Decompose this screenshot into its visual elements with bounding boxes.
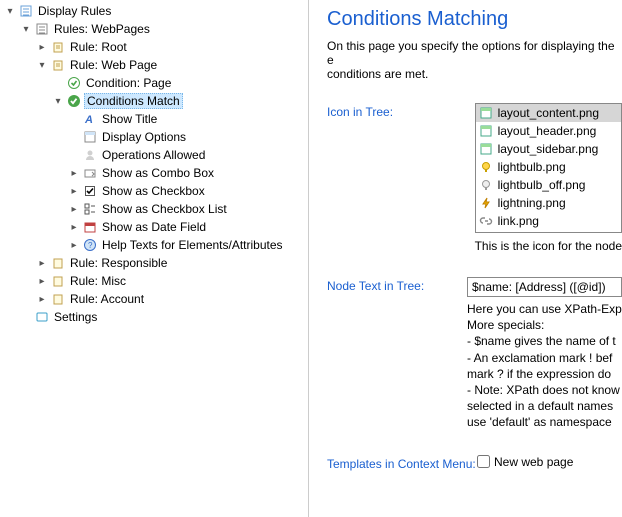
icon-list-item[interactable]: layout_content.png xyxy=(476,104,621,122)
text-icon: A xyxy=(82,111,98,127)
svg-text:A: A xyxy=(84,114,93,126)
settings-icon xyxy=(34,309,50,325)
icon-hint: This is the icon for the node xyxy=(475,239,622,253)
bulb-icon xyxy=(478,159,494,175)
scroll-icon xyxy=(50,273,66,289)
expand-icon[interactable]: ▸ xyxy=(36,257,48,269)
template-option[interactable]: New web page xyxy=(477,455,622,469)
layout-icon xyxy=(478,141,494,157)
check-filled-icon xyxy=(66,93,82,109)
page-title: Conditions Matching xyxy=(327,8,622,31)
tree-item-display-options[interactable]: Display Options xyxy=(68,128,308,146)
node-text-notes: Here you can use XPath-ExpMore specials:… xyxy=(467,301,622,431)
calendar-icon xyxy=(82,219,98,235)
tree-item-help-texts[interactable]: ▸ ? Help Texts for Elements/Attributes xyxy=(68,236,308,254)
tree-item-show-date[interactable]: ▸ Show as Date Field xyxy=(68,218,308,236)
rules-icon xyxy=(18,3,34,19)
tree-item-show-checkbox[interactable]: ▸ Show as Checkbox xyxy=(68,182,308,200)
node-text-label: Node Text in Tree: xyxy=(327,277,467,293)
tree-item-webpages[interactable]: ▾ Rules: WebPages xyxy=(20,20,308,38)
tree-item-rule-misc[interactable]: ▸ Rule: Misc xyxy=(36,272,308,290)
scroll-icon xyxy=(50,255,66,271)
expand-icon[interactable]: ▸ xyxy=(68,239,80,251)
expand-icon[interactable]: ▸ xyxy=(36,275,48,287)
page-description: On this page you specify the options for… xyxy=(327,39,622,81)
list-icon xyxy=(34,21,50,37)
checkboxlist-icon xyxy=(82,201,98,217)
user-icon xyxy=(82,147,98,163)
checkbox-icon xyxy=(82,183,98,199)
tree-item-settings[interactable]: Settings xyxy=(20,308,308,326)
templates-label: Templates in Context Menu: xyxy=(327,455,477,471)
tree-item-show-checkbox-list[interactable]: ▸ Show as Checkbox List xyxy=(68,200,308,218)
expand-icon[interactable]: ▸ xyxy=(68,167,80,179)
tree-item-condition-page[interactable]: Condition: Page xyxy=(52,74,308,92)
expand-icon[interactable]: ▸ xyxy=(36,293,48,305)
tree-item-rule-root[interactable]: ▸ Rule: Root xyxy=(36,38,308,56)
icon-listbox[interactable]: layout_content.pnglayout_header.pnglayou… xyxy=(475,103,622,233)
tree-item-operations-allowed[interactable]: Operations Allowed xyxy=(68,146,308,164)
scroll-icon xyxy=(50,291,66,307)
icon-list-item[interactable]: lightbulb.png xyxy=(476,158,621,176)
icon-in-tree-label: Icon in Tree: xyxy=(327,103,475,119)
expand-icon[interactable]: ▸ xyxy=(68,185,80,197)
icon-list-item[interactable]: lightbulb_off.png xyxy=(476,176,621,194)
layout-icon xyxy=(478,123,494,139)
icon-list-item[interactable]: lightning.png xyxy=(476,194,621,212)
tree-item-display-rules[interactable]: ▾ Display Rules xyxy=(4,2,308,20)
tree-view: ▾ Display Rules ▾ Rules: WebPages ▸ xyxy=(0,2,308,326)
node-text-input[interactable] xyxy=(467,277,622,297)
layout-icon xyxy=(82,129,98,145)
layout-icon xyxy=(478,105,494,121)
tree-item-conditions-match[interactable]: ▾ Conditions Match xyxy=(52,92,308,110)
tree-item-rule-webpage[interactable]: ▾ Rule: Web Page xyxy=(36,56,308,74)
bulb-off-icon xyxy=(478,177,494,193)
tree-item-rule-account[interactable]: ▸ Rule: Account xyxy=(36,290,308,308)
expand-icon[interactable]: ▸ xyxy=(36,41,48,53)
expand-icon[interactable]: ▸ xyxy=(68,203,80,215)
template-checkbox[interactable] xyxy=(477,455,490,468)
help-icon: ? xyxy=(82,237,98,253)
svg-text:?: ? xyxy=(88,241,93,250)
tree-item-show-title[interactable]: A Show Title xyxy=(68,110,308,128)
scroll-icon xyxy=(50,57,66,73)
collapse-icon[interactable]: ▾ xyxy=(52,95,64,107)
tree-item-rule-responsible[interactable]: ▸ Rule: Responsible xyxy=(36,254,308,272)
icon-list-item[interactable]: layout_header.png xyxy=(476,122,621,140)
check-icon xyxy=(66,75,82,91)
expand-icon[interactable]: ▸ xyxy=(68,221,80,233)
icon-list-item[interactable]: layout_sidebar.png xyxy=(476,140,621,158)
collapse-icon[interactable]: ▾ xyxy=(36,59,48,71)
icon-list-item[interactable]: link.png xyxy=(476,212,621,230)
combobox-icon xyxy=(82,165,98,181)
tree-item-show-combo[interactable]: ▸ Show as Combo Box xyxy=(68,164,308,182)
scroll-icon xyxy=(50,39,66,55)
link-icon xyxy=(478,213,494,229)
collapse-icon[interactable]: ▾ xyxy=(20,23,32,35)
details-panel: Conditions Matching On this page you spe… xyxy=(309,0,622,517)
bolt-icon xyxy=(478,195,494,211)
collapse-icon[interactable]: ▾ xyxy=(4,5,16,17)
